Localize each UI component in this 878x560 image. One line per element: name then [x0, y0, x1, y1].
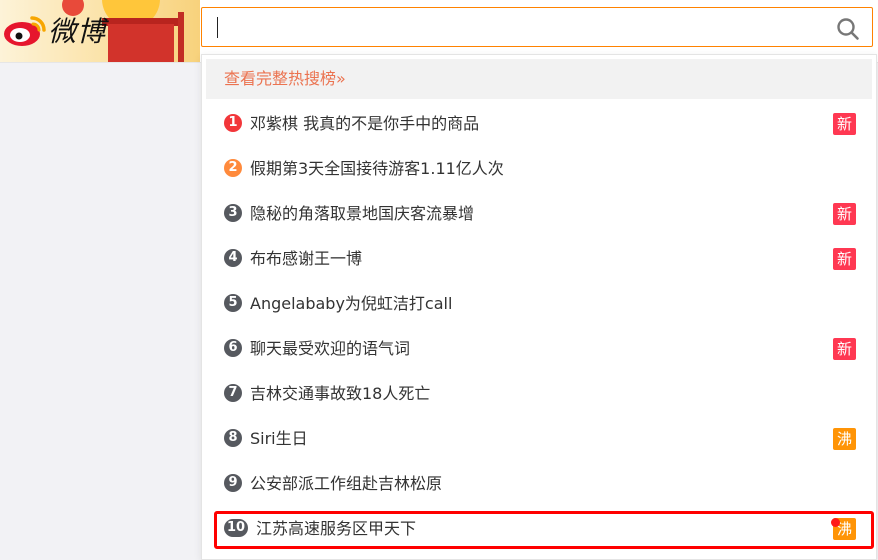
gate-decoration [108, 24, 174, 62]
hot-search-item[interactable]: 4 布布感谢王一博 新 [202, 236, 876, 281]
hot-search-title: 江苏高速服务区甲天下 [256, 519, 417, 538]
new-badge: 新 [833, 338, 856, 360]
logo-banner[interactable]: 微博 [0, 0, 200, 62]
rank-badge: 9 [224, 474, 242, 492]
hot-search-item[interactable]: 7 吉林交通事故致18人死亡 [202, 371, 876, 416]
hot-badge: 沸 [833, 428, 856, 450]
logo-text: 微博 [48, 15, 107, 48]
hot-search-dropdown: 查看完整热搜榜» 1 邓紫棋 我真的不是你手中的商品新 2 假期第3天全国接待游客1.… [201, 54, 877, 560]
rank-badge: 5 [224, 294, 242, 312]
rank-badge: 4 [224, 249, 242, 267]
rank-badge: 3 [224, 204, 242, 222]
left-panel [0, 63, 200, 560]
weibo-logo-icon [4, 16, 46, 46]
rank-badge: 8 [224, 429, 242, 447]
hot-search-item[interactable]: 9 公安部派工作组赴吉林松原 [202, 461, 876, 506]
hot-search-item[interactable]: 10 江苏高速服务区甲天下沸 [202, 506, 876, 551]
hot-search-title: Siri生日 [250, 429, 308, 448]
new-badge: 新 [833, 203, 856, 225]
rank-badge: 1 [224, 114, 242, 132]
rank-badge: 2 [224, 159, 242, 177]
hot-search-title: 邓紫棋 我真的不是你手中的商品 [250, 114, 480, 133]
hot-search-title: 吉林交通事故致18人死亡 [250, 384, 431, 403]
hot-search-item[interactable]: 5 Angelababy为倪虹洁打call [202, 281, 876, 326]
hot-search-title: 聊天最受欢迎的语气词 [250, 339, 411, 358]
rank-badge: 7 [224, 384, 242, 402]
search-input[interactable] [201, 7, 873, 47]
rank-badge: 6 [224, 339, 242, 357]
hot-search-title: 隐秘的角落取景地国庆客流暴增 [250, 204, 475, 223]
hot-search-title: 公安部派工作组赴吉林松原 [250, 474, 443, 493]
rank-badge: 10 [224, 519, 248, 537]
hot-search-item[interactable]: 1 邓紫棋 我真的不是你手中的商品 新 [202, 101, 876, 146]
new-badge: 新 [833, 113, 856, 135]
hot-search-item[interactable]: 3 隐秘的角落取景地国庆客流暴增 新 [202, 191, 876, 236]
full-hot-list-link[interactable]: 查看完整热搜榜» [206, 59, 872, 99]
hot-search-title: 布布感谢王一博 [250, 249, 363, 268]
new-badge: 新 [833, 248, 856, 270]
text-cursor [217, 17, 218, 38]
hot-search-item[interactable]: 2 假期第3天全国接待游客1.11亿人次 [202, 146, 876, 191]
hot-search-title: Angelababy为倪虹洁打call [250, 294, 453, 313]
search-icon[interactable] [836, 17, 860, 41]
pillar-decoration [178, 12, 184, 62]
hot-search-title: 假期第3天全国接待游客1.11亿人次 [250, 159, 504, 178]
hot-search-item[interactable]: 8 Siri生日 沸 [202, 416, 876, 461]
highlight-dot [831, 518, 840, 527]
hot-search-item[interactable]: 6 聊天最受欢迎的语气词 新 [202, 326, 876, 371]
